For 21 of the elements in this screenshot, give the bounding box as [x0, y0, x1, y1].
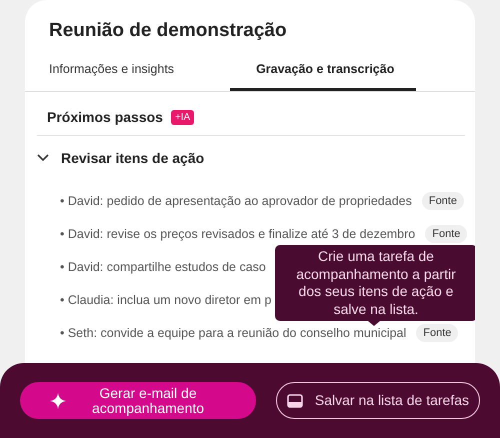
- tooltip: Crie uma tarefa de acompanhamento a partir dos seus itens de ação e salve na lista.: [275, 245, 475, 321]
- generate-email-button[interactable]: Gerar e-mail de acompanhamento: [20, 382, 256, 419]
- group-header[interactable]: Revisar itens de ação: [25, 136, 475, 180]
- source-chip[interactable]: Fonte: [422, 192, 464, 210]
- action-item: • Claudia: inclua um novo diretor em p: [60, 292, 272, 306]
- tray-icon: [286, 394, 303, 408]
- save-tasks-button[interactable]: Salvar na lista de tarefas: [276, 382, 480, 419]
- action-item: • David: compartilhe estudos de caso: [60, 260, 266, 274]
- action-item: • David: pedido de apresentação ao aprovador de propriedades: [60, 194, 412, 208]
- ai-badge: +IA: [170, 110, 194, 124]
- chevron-icon: [37, 154, 49, 162]
- window-title: Reunião de demonstração: [48, 19, 288, 42]
- action-item: • David: revise os preços revisados e finalize até 3 de dezembro: [60, 226, 416, 240]
- section-title: Próximos passos: [47, 109, 163, 125]
- tab[interactable]: Gravação e transcrição: [230, 56, 416, 91]
- tooltip-pointer: [368, 321, 380, 326]
- tab[interactable]: Informações e insights: [49, 56, 184, 91]
- sparkle-icon: [50, 392, 66, 408]
- source-chip[interactable]: Fonte: [416, 324, 458, 342]
- source-chip[interactable]: Fonte: [425, 224, 468, 242]
- action-item: • Seth: convide a equipe para a reunião do conselho municipal: [60, 326, 406, 340]
